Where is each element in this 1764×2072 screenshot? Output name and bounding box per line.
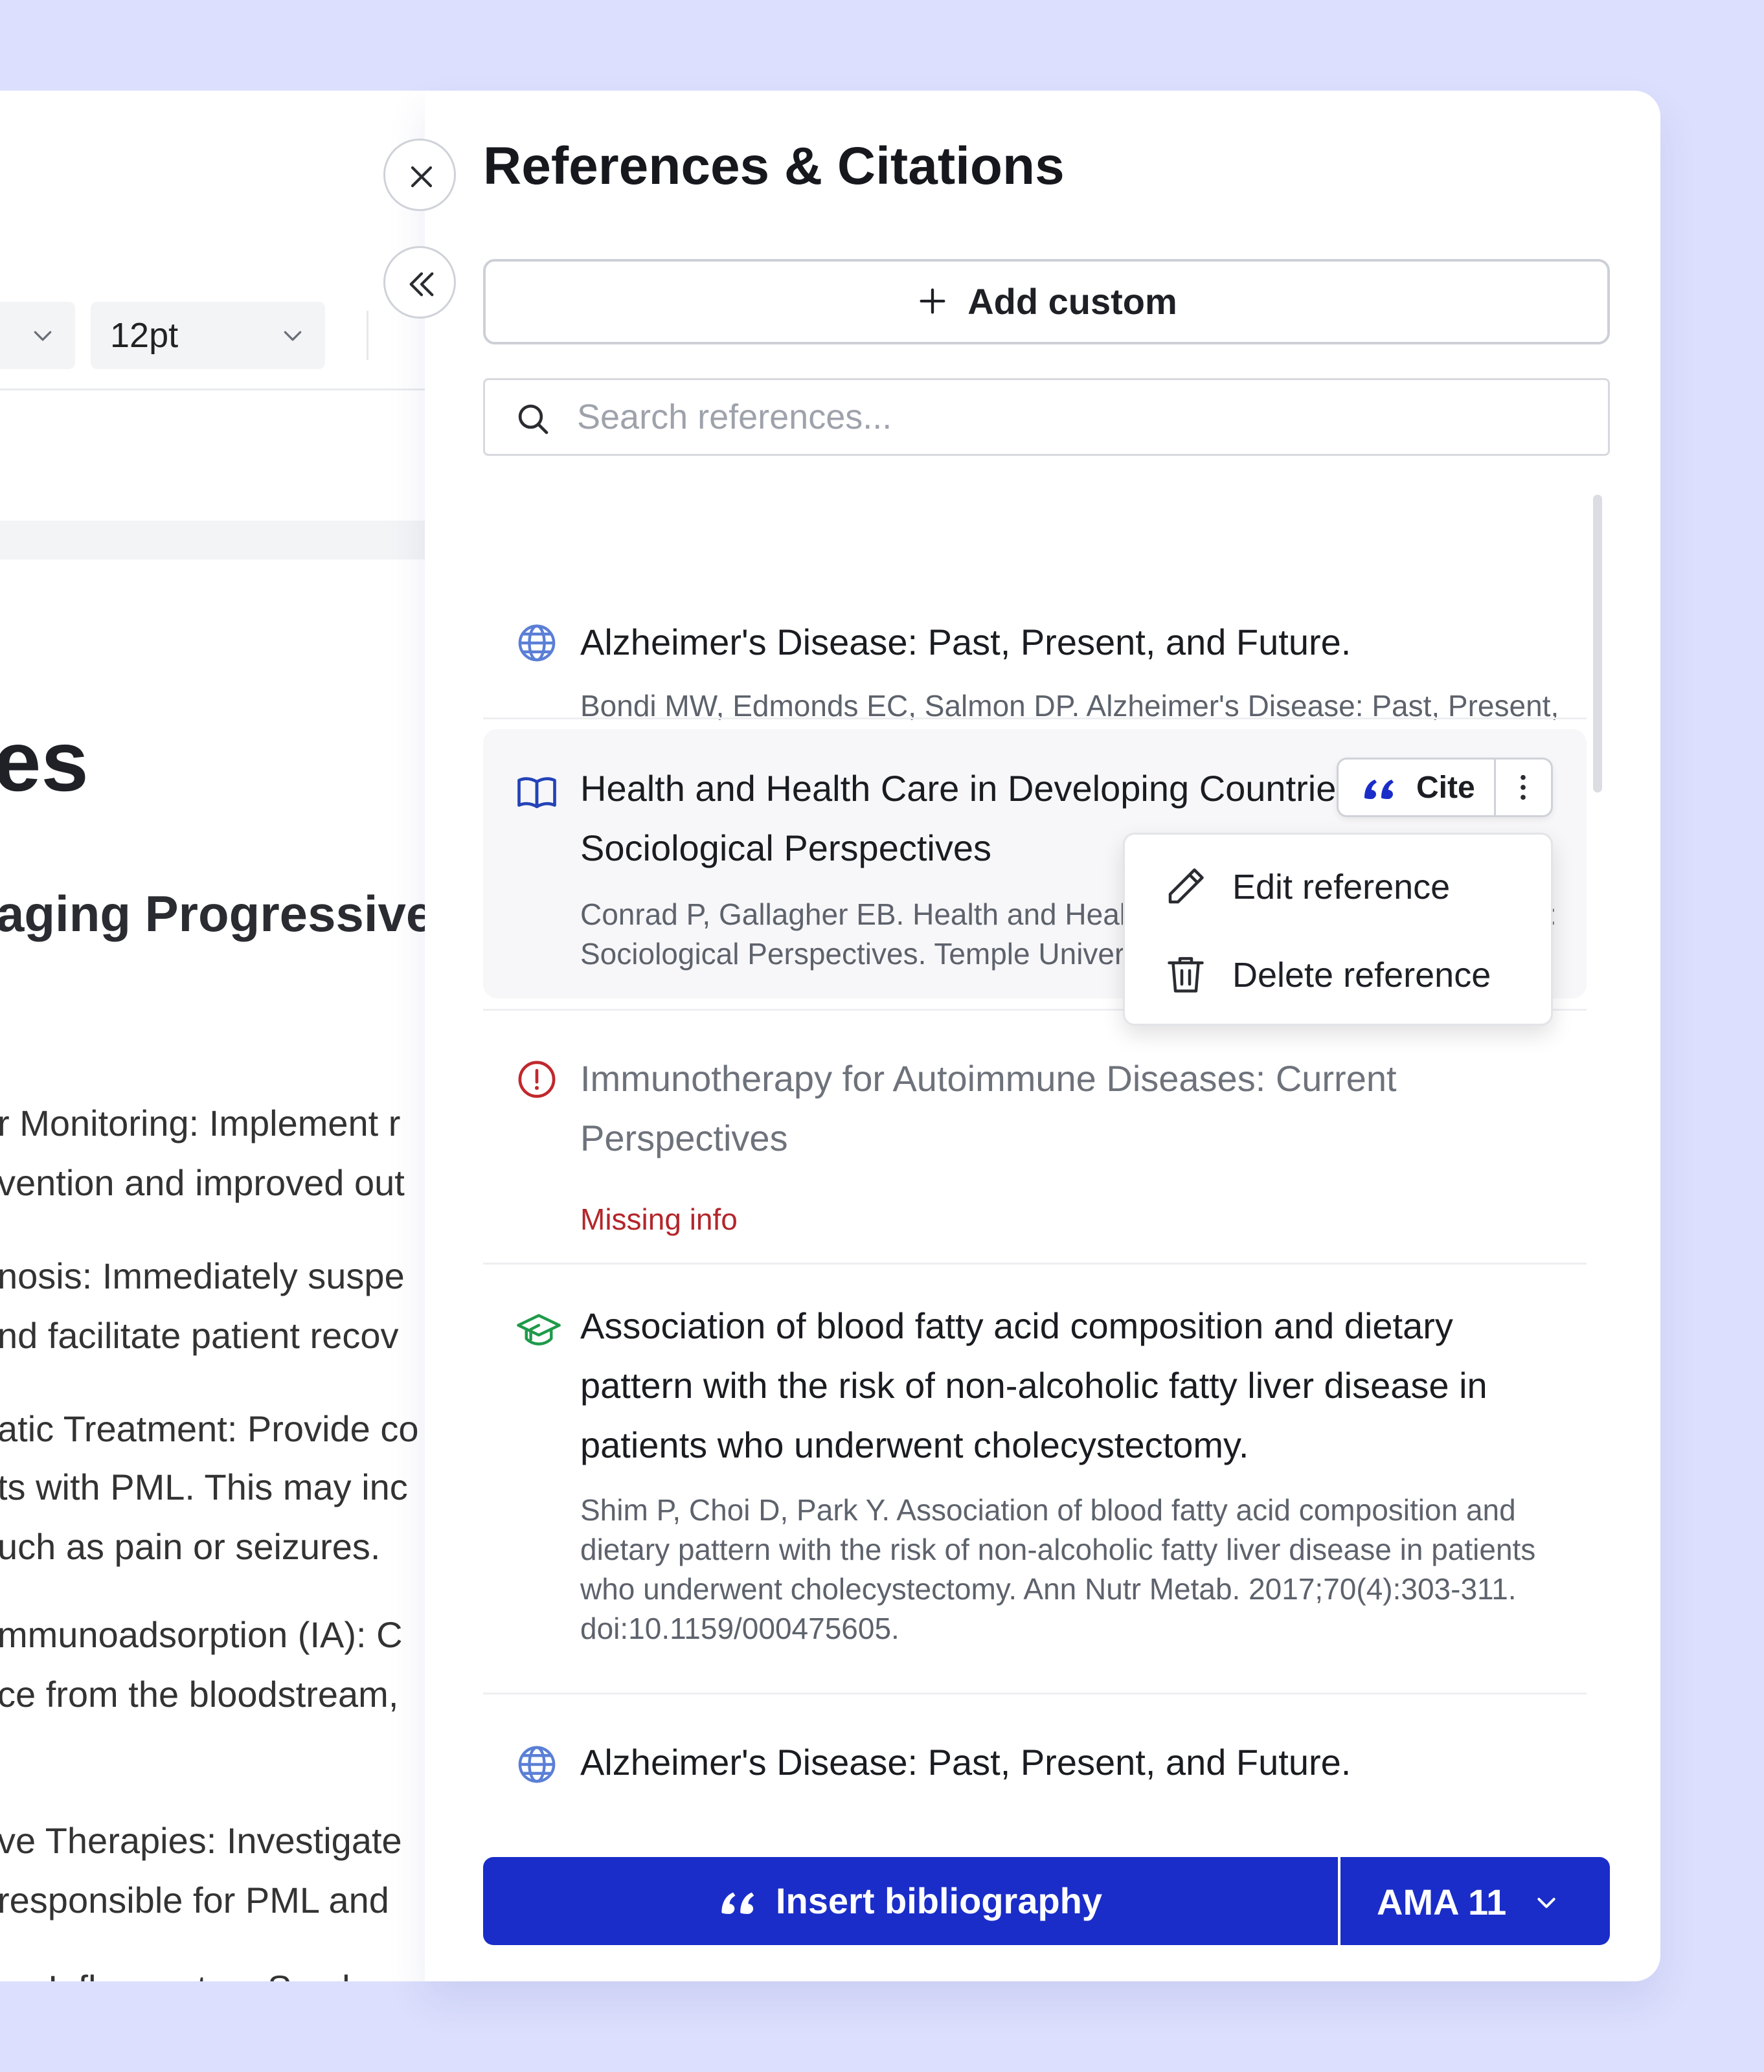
document-paragraph-line: responsible for PML and bbox=[0, 1880, 389, 1920]
cite-button[interactable]: Cite bbox=[1339, 760, 1494, 815]
close-panel-button[interactable] bbox=[383, 139, 456, 211]
document-paragraph-line: ts with PML. This may inc bbox=[0, 1467, 408, 1507]
toolbar-divider bbox=[367, 311, 368, 360]
reference-title: Alzheimer's Disease: Past, Present, and … bbox=[580, 622, 1351, 662]
missing-info-status: Missing info bbox=[580, 1202, 738, 1236]
pencil-icon bbox=[1168, 868, 1204, 904]
document-paragraph-line: on Inflammatory Syndrom bbox=[0, 1967, 413, 1981]
more-options-button[interactable] bbox=[1496, 760, 1551, 815]
graduation-cap-icon bbox=[517, 1314, 561, 1346]
panel-title: References & Citations bbox=[483, 137, 1065, 196]
reference-title: Immunotherapy for Autoimmune Diseases: C… bbox=[580, 1058, 1397, 1158]
chevron-down-icon bbox=[284, 331, 302, 341]
toolbar-row-divider bbox=[0, 388, 427, 390]
trash-icon bbox=[1168, 957, 1204, 993]
add-custom-button[interactable]: Add custom bbox=[483, 259, 1610, 344]
globe-icon bbox=[518, 624, 556, 662]
font-family-select[interactable] bbox=[0, 302, 75, 369]
search-field[interactable] bbox=[483, 378, 1610, 456]
list-divider bbox=[483, 717, 1587, 719]
document-paragraph-line: nd facilitate patient recov bbox=[0, 1315, 399, 1356]
scrollbar-thumb[interactable] bbox=[1593, 495, 1602, 793]
quote-icon bbox=[1364, 780, 1394, 799]
search-icon bbox=[518, 404, 548, 434]
close-icon bbox=[411, 166, 433, 188]
reference-item[interactable]: Immunotherapy for Autoimmune Diseases: C… bbox=[483, 1019, 1587, 1278]
document-heading: es bbox=[0, 714, 89, 809]
alert-circle-icon bbox=[518, 1061, 556, 1098]
reference-item[interactable]: Alzheimer's Disease: Past, Present, and … bbox=[483, 1703, 1587, 1826]
document-paragraph-line: vention and improved out bbox=[0, 1162, 405, 1203]
delete-reference-label: Delete reference bbox=[1232, 956, 1491, 995]
globe-icon bbox=[518, 1746, 556, 1783]
add-custom-label: Add custom bbox=[967, 281, 1177, 322]
references-panel: References & Citations Add custom Alzhei… bbox=[383, 91, 1660, 1981]
reference-context-menu: Edit reference Delete reference bbox=[1123, 833, 1553, 1026]
document-editor: 12pt es aging Progressive r Monitoring: … bbox=[0, 91, 453, 1981]
document-paragraph-line: r Monitoring: Implement r bbox=[0, 1103, 401, 1143]
search-input[interactable] bbox=[576, 384, 1589, 450]
plus-icon bbox=[920, 288, 945, 314]
reference-citation: Shim P, Choi D, Park Y. Association of b… bbox=[580, 1493, 1536, 1645]
document-paragraph-line: mmunoadsorption (IA): C bbox=[0, 1614, 403, 1655]
document-subheading: aging Progressive bbox=[0, 885, 435, 942]
insert-bibliography-label: Insert bibliography bbox=[775, 1880, 1103, 1921]
cite-label: Cite bbox=[1416, 771, 1475, 805]
font-size-select[interactable]: 12pt bbox=[91, 302, 325, 369]
edit-reference-label: Edit reference bbox=[1232, 868, 1451, 906]
citation-style-select[interactable]: AMA 11 bbox=[1340, 1857, 1610, 1945]
citation-style-value: AMA 11 bbox=[1377, 1882, 1507, 1922]
bibliography-actions: Insert bibliography AMA 11 bbox=[483, 1857, 1610, 1945]
document-paragraph-line: ve Therapies: Investigate bbox=[0, 1820, 402, 1861]
document-gutter bbox=[0, 521, 427, 559]
list-divider bbox=[483, 1263, 1587, 1265]
document-paragraph-line: nosis: Immediately suspe bbox=[0, 1256, 405, 1296]
document-paragraph-line: uch as pain or seizures. bbox=[0, 1526, 381, 1567]
document-paragraph-line: atic Treatment: Provide co bbox=[0, 1408, 419, 1449]
cite-button-group: Cite bbox=[1337, 758, 1553, 817]
edit-reference-menu-item[interactable]: Edit reference bbox=[1125, 844, 1551, 928]
delete-reference-menu-item[interactable]: Delete reference bbox=[1125, 932, 1551, 1016]
chevron-down-icon bbox=[1537, 1898, 1555, 1908]
more-vertical-icon bbox=[1521, 774, 1526, 800]
reference-title: Alzheimer's Disease: Past, Present, and … bbox=[580, 1742, 1351, 1783]
document-paragraph-line: ce from the bloodstream, bbox=[0, 1674, 399, 1715]
quote-icon bbox=[721, 1892, 754, 1915]
editor-toolbar: 12pt bbox=[0, 91, 427, 521]
insert-bibliography-button[interactable]: Insert bibliography bbox=[483, 1857, 1338, 1945]
list-divider bbox=[483, 1693, 1587, 1695]
chevron-down-icon bbox=[34, 331, 52, 341]
book-icon bbox=[517, 777, 556, 809]
reference-title: Association of blood fatty acid composit… bbox=[580, 1305, 1487, 1465]
font-size-value: 12pt bbox=[110, 316, 179, 355]
chevrons-left-icon bbox=[409, 272, 434, 297]
collapse-panel-button[interactable] bbox=[383, 246, 456, 319]
